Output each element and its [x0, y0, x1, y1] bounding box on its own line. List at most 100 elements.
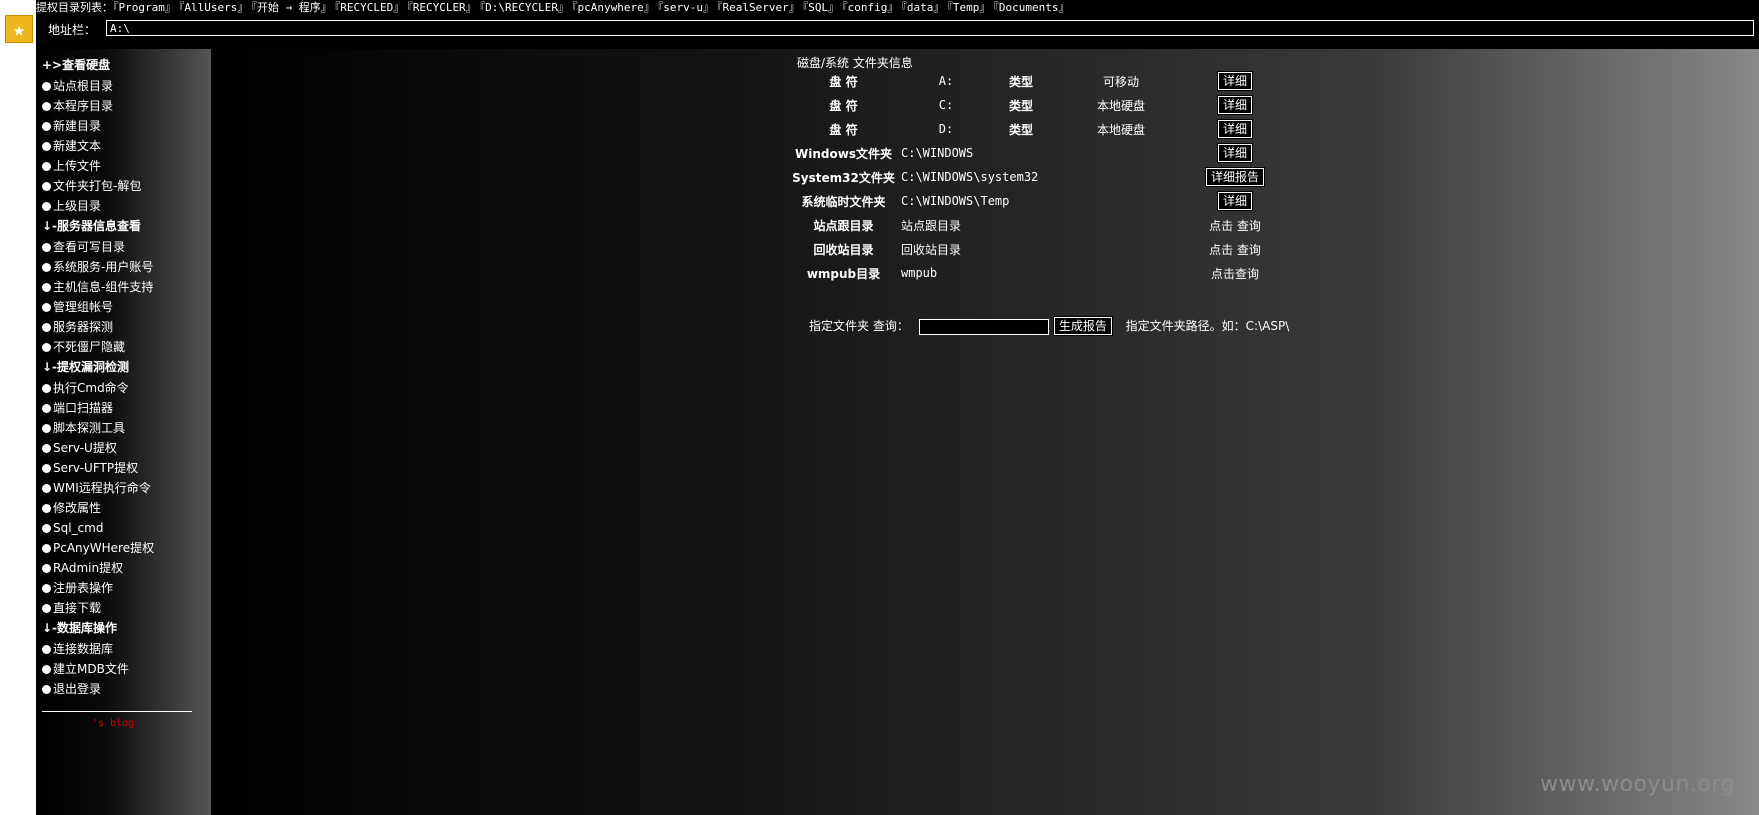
generate-report-button[interactable]: 生成报告	[1052, 316, 1113, 336]
sidebar-item[interactable]: 文件夹打包-解包	[42, 176, 207, 196]
link-row: 回收站目录 回收站目录 点击 查询	[786, 237, 1279, 261]
sidebar-item-label: 注册表操作	[53, 581, 114, 595]
sidebar-item-label: 直接下载	[53, 601, 102, 615]
sidebar-item-label: Serv-UFTP提权	[53, 461, 139, 475]
folder-detail-button-cell: 详细报告	[1191, 165, 1279, 189]
sidebar-item[interactable]: 注册表操作	[42, 578, 207, 598]
sidebar-item-label: 服务器探测	[53, 320, 114, 334]
sidebar-item[interactable]: 连接数据库	[42, 639, 207, 659]
bullet-icon	[42, 343, 51, 352]
blog-link[interactable]: 's blog	[92, 718, 207, 729]
topbar-link[interactable]: 『SQL』	[803, 1, 839, 14]
topbar-link[interactable]: 『config』	[842, 1, 898, 14]
drive-letter: C:	[938, 98, 954, 112]
drive-detail-button[interactable]: 详细	[1216, 119, 1254, 139]
sidebar-item[interactable]: Serv-U提权	[42, 438, 207, 458]
sidebar-item[interactable]: 脚本探测工具	[42, 418, 207, 438]
drive-row: 盘 符 A: 类型 可移动 详细	[786, 69, 1279, 93]
topbar-link[interactable]: 『data』	[901, 1, 944, 14]
topbar-link[interactable]: 『Temp』	[947, 1, 990, 14]
topbar-link[interactable]: 『pcAnywhere』	[572, 1, 655, 14]
sidebar-item[interactable]: 退出登录	[42, 679, 207, 699]
sidebar-item[interactable]: 执行Cmd命令	[42, 378, 207, 398]
folder-path: C:\WINDOWS	[901, 146, 974, 160]
address-bar: 地址栏：	[36, 16, 1759, 49]
sidebar-item-label: 不死僵尸隐藏	[53, 340, 126, 354]
sidebar-item[interactable]: WMI远程执行命令	[42, 478, 207, 498]
topbar-link[interactable]: 『RealServer』	[717, 1, 800, 14]
sidebar-item[interactable]: PcAnyWHere提权	[42, 538, 207, 558]
topbar-link[interactable]: 『开始 → 程序』	[251, 1, 331, 14]
drive-label: 盘 符	[829, 74, 858, 89]
folder-path: C:\WINDOWS\system32	[901, 170, 1039, 184]
sidebar-item[interactable]: 修改属性	[42, 498, 207, 518]
sidebar-item-label: 建立MDB文件	[53, 662, 129, 676]
folder-detail-button[interactable]: 详细	[1216, 143, 1254, 163]
sidebar-section-heading: ↓-提权漏洞检测	[42, 360, 130, 374]
bullet-icon	[42, 384, 51, 393]
sidebar-item-label: 脚本探测工具	[53, 421, 126, 435]
topbar-link[interactable]: 『AllUsers』	[179, 1, 248, 14]
bullet-icon	[42, 685, 51, 694]
topbar-link[interactable]: 『RECYCLER』	[407, 1, 476, 14]
topbar-link[interactable]: 『RECYCLED』	[335, 1, 404, 14]
sidebar-item[interactable]: 端口扫描器	[42, 398, 207, 418]
drive-detail-button[interactable]: 详细	[1216, 95, 1254, 115]
topbar-link[interactable]: 『D:\RECYCLER』	[480, 1, 569, 14]
topbar-link[interactable]: 『serv-u』	[658, 1, 714, 14]
folder-label: 系统临时文件夹	[801, 194, 886, 209]
sidebar-item[interactable]: 主机信息-组件支持	[42, 277, 207, 297]
bullet-icon	[42, 182, 51, 191]
sidebar-item[interactable]: 新建目录	[42, 116, 207, 136]
sidebar-item[interactable]: 建立MDB文件	[42, 659, 207, 679]
folder-query-input[interactable]	[918, 318, 1049, 335]
drive-detail-button-cell: 详细	[1191, 117, 1279, 141]
sidebar-item[interactable]: 服务器探测	[42, 317, 207, 337]
drive-label: 盘 符	[829, 122, 858, 137]
drive-type: 本地硬盘	[1096, 122, 1145, 137]
query-hint: 指定文件夹路径。如：C:\ASP\	[1125, 319, 1290, 333]
query-link[interactable]: 点击查询	[1191, 261, 1279, 285]
sidebar-item-label: 执行Cmd命令	[53, 381, 129, 395]
drive-detail-button-cell: 详细	[1191, 93, 1279, 117]
sidebar-item[interactable]: 上级目录	[42, 196, 207, 216]
sidebar-item-label: 新建文本	[53, 139, 102, 153]
address-input[interactable]	[106, 20, 1754, 36]
folder-detail-button[interactable]: 详细报告	[1204, 167, 1266, 187]
sidebar-item-label: 连接数据库	[53, 642, 114, 656]
sidebar-item[interactable]: 本程序目录	[42, 96, 207, 116]
sidebar-item[interactable]: 上传文件	[42, 156, 207, 176]
sidebar-item[interactable]: RAdmin提权	[42, 558, 207, 578]
sidebar-item[interactable]: Serv-UFTP提权	[42, 458, 207, 478]
sidebar-item[interactable]: 系统服务-用户账号	[42, 257, 207, 277]
topbar-link[interactable]: 『Documents』	[993, 1, 1069, 14]
star-icon[interactable]: ★	[5, 15, 33, 43]
query-link[interactable]: 点击 查询	[1191, 237, 1279, 261]
query-link[interactable]: 点击 查询	[1191, 213, 1279, 237]
link-value: 站点跟目录	[901, 218, 962, 233]
topbar-link[interactable]: 『Program』	[113, 1, 176, 14]
link-label: wmpub目录	[806, 266, 881, 281]
folder-detail-button[interactable]: 详细	[1216, 191, 1254, 211]
bullet-icon	[42, 424, 51, 433]
sidebar-item[interactable]: 查看可写目录	[42, 237, 207, 257]
sidebar-item[interactable]: Sql_cmd	[42, 518, 207, 538]
folder-label: System32文件夹	[792, 170, 895, 185]
sidebar-item-label: Serv-U提权	[53, 441, 117, 455]
drive-type-label: 类型	[1008, 98, 1033, 113]
sidebar-item[interactable]: 不死僵尸隐藏	[42, 337, 207, 357]
sidebar-item[interactable]: 新建文本	[42, 136, 207, 156]
link-label: 站点跟目录	[813, 218, 874, 233]
drive-letter: D:	[938, 122, 954, 136]
drive-detail-button[interactable]: 详细	[1216, 71, 1254, 91]
sidebar-item-label: 系统服务-用户账号	[53, 260, 154, 274]
sidebar-section-heading: +>查看硬盘	[42, 58, 111, 72]
bullet-icon	[42, 645, 51, 654]
drive-type: 可移动	[1102, 74, 1139, 89]
sidebar-item[interactable]: 管理组帐号	[42, 297, 207, 317]
folder-detail-button-cell: 详细	[1191, 189, 1279, 213]
sidebar-item[interactable]: 站点根目录	[42, 76, 207, 96]
sidebar-item-label: 站点根目录	[53, 79, 114, 93]
sidebar-item[interactable]: 直接下载	[42, 598, 207, 618]
disk-info-table: 盘 符 A: 类型 可移动 详细盘 符 C: 类型 本地硬盘 详细盘 符 D: 类型 本地硬盘 详细 Wi…	[786, 69, 1279, 285]
